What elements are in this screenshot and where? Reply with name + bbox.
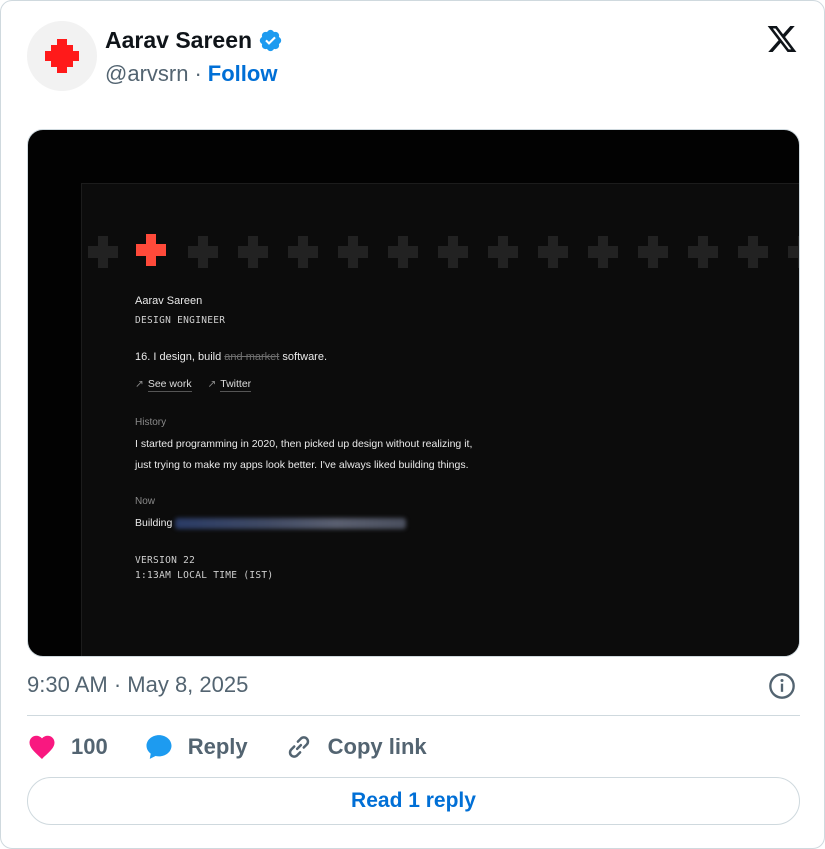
avatar[interactable] [27, 21, 97, 91]
copy-link-button[interactable]: Copy link [284, 732, 427, 762]
reply-label: Reply [187, 734, 248, 759]
like-count: 100 [71, 734, 108, 759]
link-icon [288, 736, 309, 758]
shot-role: DESIGN ENGINEER [135, 315, 226, 326]
author-handle[interactable]: @arvsrn [105, 61, 188, 87]
blurred-text: xxxxx xxxxxxxxxxxxxxxxxxxxxxxxxxxxxxxxxx… [175, 518, 407, 529]
handle-row: @arvsrn · Follow [105, 61, 277, 87]
now-text: Building [135, 517, 173, 529]
media-image[interactable]: Aarav Sareen DESIGN ENGINEER 16. I desig… [27, 129, 800, 657]
read-replies-button[interactable]: Read 1 reply [27, 777, 800, 825]
history-label: History [135, 417, 167, 428]
version-text: VERSION 22 [135, 555, 196, 566]
reply-button[interactable]: Reply [144, 732, 248, 762]
x-logo-icon[interactable] [765, 23, 799, 55]
now-label: Now [135, 496, 156, 507]
action-bar: 100 Reply Copy link [27, 731, 463, 763]
author-name-row[interactable]: Aarav Sareen [105, 27, 283, 54]
see-work-link: See work [147, 378, 192, 392]
follow-link[interactable]: Follow [208, 61, 278, 87]
separator-dot: · [194, 61, 202, 86]
info-icon[interactable] [768, 672, 796, 700]
arrow-up-right-icon: ↗ [207, 378, 217, 390]
tagline-prefix: 16. I design, build [135, 351, 222, 363]
author-name[interactable]: Aarav Sareen [105, 27, 252, 54]
tweet-card: Aarav Sareen @arvsrn · Follow Aarav Sare… [0, 0, 825, 849]
tagline-strike: and market [224, 351, 280, 363]
plus-pattern-row [88, 234, 799, 268]
history-line-1: I started programming in 2020, then pick… [135, 438, 473, 450]
history-line-2: just trying to make my apps look better.… [135, 459, 469, 471]
copy-link-label: Copy link [327, 734, 427, 759]
heart-icon [29, 735, 55, 759]
twitter-link: Twitter [220, 378, 252, 392]
now-line: Building xxxxx xxxxxxxxxxxxxxxxxxxxxxxxx… [135, 517, 407, 529]
red-plus-icon [45, 39, 79, 73]
shot-links: ↗ See work ↗ Twitter [135, 378, 252, 392]
arrow-up-right-icon: ↗ [135, 378, 144, 390]
tagline-suffix: software. [282, 351, 328, 363]
local-time-text: 1:13AM LOCAL TIME (IST) [135, 570, 274, 581]
screenshot-panel: Aarav Sareen DESIGN ENGINEER 16. I desig… [81, 183, 799, 656]
like-button[interactable]: 100 [27, 732, 108, 762]
shot-name: Aarav Sareen [135, 295, 203, 307]
tweet-timestamp[interactable]: 9:30 AM · May 8, 2025 [27, 672, 248, 698]
speech-bubble-icon [146, 735, 172, 759]
divider [27, 715, 800, 716]
shot-tagline: 16. I design, build and market software. [135, 351, 327, 363]
verified-badge-icon [259, 29, 282, 52]
red-plus-icon [136, 234, 166, 266]
